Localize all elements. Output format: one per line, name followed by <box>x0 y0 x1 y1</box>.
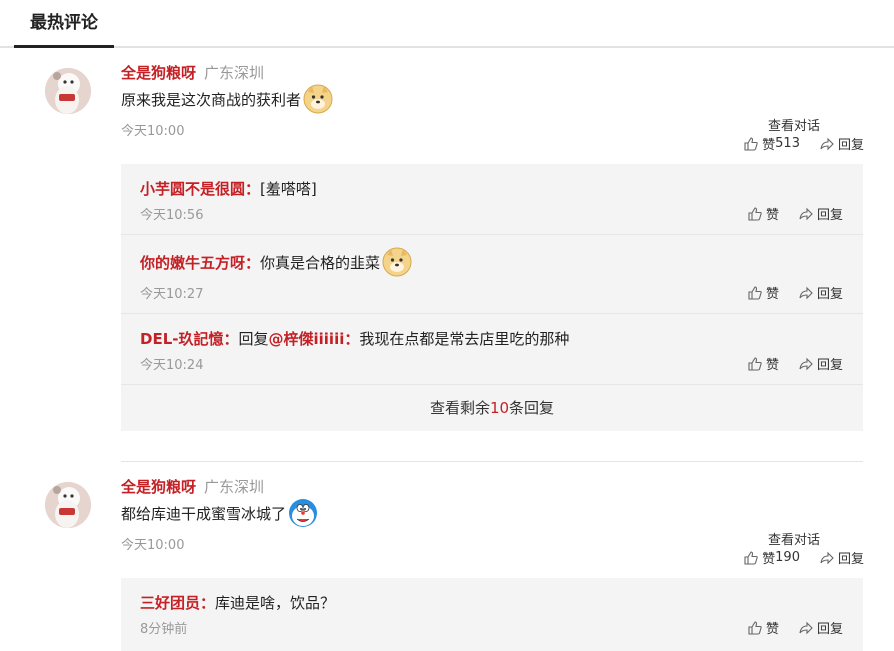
comment-location: 广东深圳 <box>204 64 265 82</box>
comment-body: 都给库迪干成蜜雪冰城了 <box>121 504 287 523</box>
comment-time: 今天10:00 <box>121 538 185 553</box>
like-count: 513 <box>775 136 800 151</box>
avatar[interactable] <box>45 68 91 114</box>
comment-divider <box>121 461 863 462</box>
comment-actions: 赞 190 回复 <box>744 548 864 567</box>
reply-list: 三好团员： 库迪是啥，饮品？ 8分钟前 赞 回复 <box>121 578 863 651</box>
reply-time: 今天10:56 <box>140 208 204 223</box>
reply-actions: 赞 回复 <box>748 283 843 302</box>
like-button[interactable]: 赞 <box>748 204 779 223</box>
comment-username[interactable]: 全是狗粮呀 广东深圳 <box>121 476 264 497</box>
view-conversation-link[interactable]: 查看对话 <box>768 529 820 548</box>
reply-text: 我现在点都是常去店里吃的那种 <box>359 330 570 348</box>
thumbs-up-icon <box>748 356 762 371</box>
like-button[interactable]: 赞 <box>748 354 779 373</box>
like-count: 190 <box>775 550 800 565</box>
like-button[interactable]: 赞 513 <box>744 134 800 153</box>
thumbs-up-icon <box>748 206 762 221</box>
reply-button[interactable]: 回复 <box>799 283 843 302</box>
comment-time: 今天10:00 <box>121 124 185 139</box>
view-more-replies-button[interactable]: 查看剩余10条回复 <box>121 385 863 431</box>
reply-arrow-icon <box>820 551 834 564</box>
reply-list: 小芋圆不是很圆： [羞嗒嗒] 今天10:56 赞 回复 你的嫩牛五方呀： 你真是… <box>121 164 863 431</box>
reply-time: 8分钟前 <box>140 622 188 637</box>
comment-body: 原来我是这次商战的获利者 <box>121 90 302 109</box>
reply-arrow-icon <box>799 621 813 634</box>
doraemon-emoji-icon <box>288 498 318 528</box>
reply-username[interactable]: DEL-玖記憶： <box>140 328 238 349</box>
reply-arrow-icon <box>799 286 813 299</box>
reply-button[interactable]: 回复 <box>799 204 843 223</box>
reply-prefix: 回复 <box>238 330 269 348</box>
reply-item: 三好团员： 库迪是啥，饮品？ 8分钟前 赞 回复 <box>121 578 863 651</box>
reply-text: 你真是合格的韭菜 <box>260 253 381 272</box>
comment-username[interactable]: 全是狗粮呀 广东深圳 <box>121 62 264 83</box>
reply-button[interactable]: 回复 <box>820 548 864 567</box>
comment-actions: 赞 513 回复 <box>744 134 864 153</box>
reply-time: 今天10:24 <box>140 358 204 373</box>
like-button[interactable]: 赞 190 <box>744 548 800 567</box>
reply-line: 小芋圆不是很圆： [羞嗒嗒] <box>140 178 317 199</box>
reply-arrow-icon <box>799 207 813 220</box>
reply-line: 三好团员： 库迪是啥，饮品？ <box>140 592 335 613</box>
reply-arrow-icon <box>820 137 834 150</box>
reply-button[interactable]: 回复 <box>820 134 864 153</box>
reply-username[interactable]: 三好团员： <box>140 592 215 613</box>
tab-bar: 最热评论 <box>0 0 894 48</box>
reply-username[interactable]: 小芋圆不是很圆： <box>140 178 260 199</box>
reply-username[interactable]: 你的嫩牛五方呀： <box>140 252 260 273</box>
thumbs-up-icon <box>748 285 762 300</box>
reply-mention[interactable]: @梓傑iiiiii： <box>269 328 360 349</box>
reply-actions: 赞 回复 <box>748 204 843 223</box>
more-reply-count: 10 <box>489 399 510 417</box>
doge-emoji-icon <box>303 84 333 114</box>
reply-item: 你的嫩牛五方呀： 你真是合格的韭菜 今天10:27 赞 回复 <box>121 235 863 314</box>
comment-text: 原来我是这次商战的获利者 <box>121 84 333 114</box>
reply-actions: 赞 回复 <box>748 354 843 373</box>
username-text[interactable]: 全是狗粮呀 <box>121 478 196 496</box>
avatar[interactable] <box>45 482 91 528</box>
comment-location: 广东深圳 <box>204 478 265 496</box>
reply-line: 你的嫩牛五方呀： 你真是合格的韭菜 <box>140 247 412 277</box>
comment-text: 都给库迪干成蜜雪冰城了 <box>121 498 318 528</box>
reply-item: 小芋圆不是很圆： [羞嗒嗒] 今天10:56 赞 回复 <box>121 164 863 235</box>
reply-arrow-icon <box>799 357 813 370</box>
reply-text: [羞嗒嗒] <box>260 180 317 198</box>
reply-button[interactable]: 回复 <box>799 618 843 637</box>
thumbs-up-icon <box>744 550 758 565</box>
like-button[interactable]: 赞 <box>748 283 779 302</box>
reply-time: 今天10:27 <box>140 287 204 302</box>
reply-line: DEL-玖記憶： 回复 @梓傑iiiiii： 我现在点都是常去店里吃的那种 <box>140 328 569 349</box>
view-conversation-link[interactable]: 查看对话 <box>768 115 820 134</box>
reply-item: DEL-玖記憶： 回复 @梓傑iiiiii： 我现在点都是常去店里吃的那种 今天… <box>121 314 863 385</box>
reply-button[interactable]: 回复 <box>799 354 843 373</box>
reply-text: 库迪是啥，饮品？ <box>215 594 336 612</box>
reply-actions: 赞 回复 <box>748 618 843 637</box>
like-button[interactable]: 赞 <box>748 618 779 637</box>
thumbs-up-icon <box>748 620 762 635</box>
username-text[interactable]: 全是狗粮呀 <box>121 64 196 82</box>
tab-hot-comments[interactable]: 最热评论 <box>14 0 114 48</box>
thumbs-up-icon <box>744 136 758 151</box>
doge-emoji-icon <box>382 247 412 277</box>
